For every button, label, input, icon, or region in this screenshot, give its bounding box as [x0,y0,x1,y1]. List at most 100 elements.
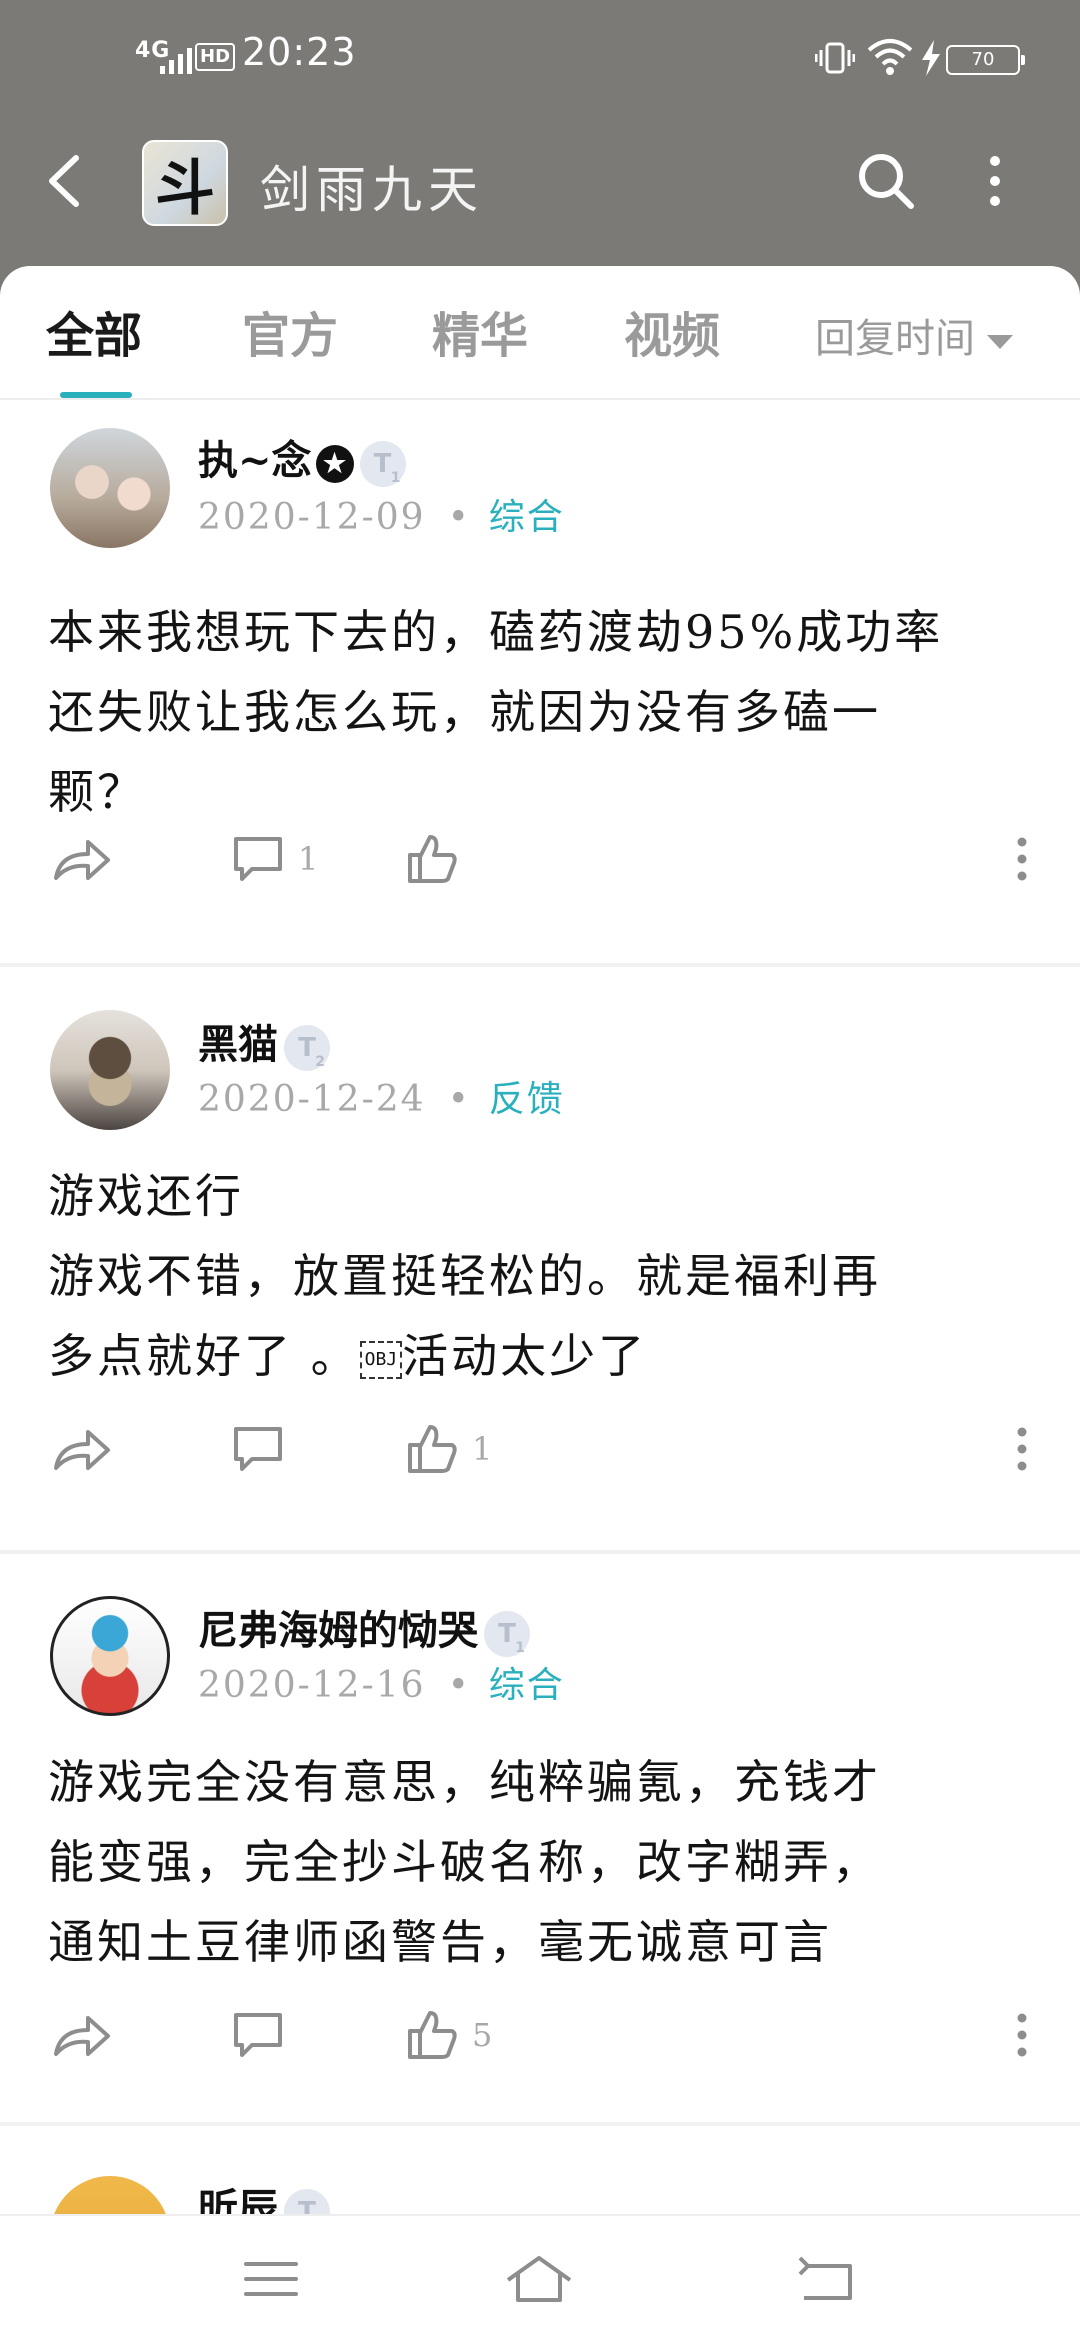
meta-dot: • [447,1079,471,1120]
content-line: 游戏还行 [48,1169,244,1223]
sort-dropdown[interactable]: 回复时间 [815,306,1013,364]
comment-count: 1 [298,840,319,878]
back-icon[interactable] [790,2244,860,2314]
post-meta: 2020-12-16 • 综合 [198,1656,565,1708]
battery-icon: 70 [946,45,1025,75]
username[interactable]: 执~念 [198,437,312,484]
share-icon [54,840,110,880]
comment-button[interactable] [232,1414,298,1484]
content-line: 还失败让我怎么玩，就因为没有多磕一 [48,685,881,739]
like-count: 1 [472,1430,493,1468]
post-category[interactable]: 综合 [489,1665,565,1706]
like-button[interactable]: 5 [406,2000,492,2070]
post-card[interactable]: 尼弗海姆的恸哭 T 1 2020-12-16 • 综合 游戏完全没有意思，纯粹骗氪，充钱… [0,1566,1080,2126]
tab-indicator [60,392,132,398]
vibrate-icon [815,42,855,74]
post-meta: 2020-12-24 • 反馈 [198,1070,565,1122]
tab-official[interactable]: 官方 [242,296,338,366]
post-content[interactable]: 游戏完全没有意思，纯粹骗氪，充钱才 能变强，完全抄斗破名称，改字糊弄， 通知土豆… [48,1742,1038,1982]
post-date: 2020-12-09 [198,497,426,538]
share-button[interactable] [52,824,112,894]
more-options-icon[interactable] [1012,1424,1032,1474]
level-badge: T1 [484,1611,530,1657]
level-badge: T1 [359,441,406,487]
tab-featured[interactable]: 精华 [432,296,528,366]
back-arrow-icon[interactable] [42,150,86,212]
home-icon[interactable] [504,2244,574,2314]
meta-dot: • [447,497,471,538]
post-divider [0,963,1080,967]
post-card[interactable]: 执~念 ★ T 1 2020-12-09 • 综合 本来我想玩下去的，磕药渡劫95%成功率… [0,400,1080,916]
post-divider [0,2122,1080,2126]
username[interactable]: 黑猫 [198,1021,278,1068]
chevron-down-icon [987,335,1013,349]
comment-button[interactable] [232,2000,298,2070]
share-button[interactable] [52,1414,112,1484]
system-nav-bar [0,2214,1080,2340]
content-line: 游戏不错，放置挺轻松的。就是福利再 [48,1249,881,1303]
tab-video[interactable]: 视频 [624,296,720,366]
content-line: 颗？ [48,765,146,819]
meta-dot: • [447,1665,471,1706]
search-icon[interactable] [855,150,917,212]
content-line: 能变强，完全抄斗破名称，改字糊弄， [48,1835,881,1889]
username-row: 黑猫 T 2 [198,1012,330,1071]
post-actions: 1 [0,1414,1080,1484]
share-button[interactable] [52,2000,112,2070]
star-badge-icon: ★ [315,445,354,483]
post-category[interactable]: 反馈 [489,1079,565,1120]
more-options-icon[interactable] [1012,834,1032,884]
thumbs-up-icon [408,1425,457,1473]
content-line: 本来我想玩下去的，磕药渡劫95%成功率 [48,605,944,659]
more-vertical-icon[interactable] [985,155,1005,207]
more-options-icon[interactable] [1012,2010,1032,2060]
tab-bar: 全部 官方 精华 视频 回复时间 [0,266,1080,400]
thumbs-up-icon [408,2011,457,2059]
object-placeholder: OBJ [359,1341,403,1379]
hd-badge: HD [195,43,236,71]
post-content[interactable]: 游戏还行 游戏不错，放置挺轻松的。就是福利再 多点就好了 。 OBJ 活动太少了 [48,1156,1038,1396]
content-line: 多点就好了 。 OBJ 活动太少了 [48,1329,648,1383]
status-time: 20:23 [242,30,357,74]
like-count: 5 [472,2016,493,2054]
comment-icon [234,2013,282,2057]
username-row: 执~念 ★ T 1 [198,428,406,487]
sort-label: 回复时间 [815,316,975,362]
post-actions: 5 [0,2000,1080,2070]
like-button[interactable] [406,824,472,894]
tab-all[interactable]: 全部 [46,296,142,366]
menu-icon[interactable] [236,2244,306,2314]
signal-icon [160,44,192,74]
game-logo-char: 斗 [155,153,215,224]
post-actions: 1 [0,824,1080,894]
like-button[interactable]: 1 [406,1414,492,1484]
post-date: 2020-12-16 [198,1665,426,1706]
level-badge: T2 [284,1025,330,1071]
content-line: 通知土豆律师函警告，毫无诚意可言 [48,1915,832,1969]
post-date: 2020-12-24 [198,1079,426,1120]
post-meta: 2020-12-09 • 综合 [198,488,565,540]
content-panel: 全部 官方 精华 视频 回复时间 执~念 ★ T 1 2020-12-09 • 综合 本来… [0,266,1080,2340]
username[interactable]: 尼弗海姆的恸哭 [198,1607,478,1654]
top-bar: 4G HD 20:23 70 斗 剑雨九天 [0,0,1080,300]
share-icon [54,1430,110,1470]
avatar[interactable] [50,1596,170,1716]
post-divider [0,1550,1080,1554]
username-row: 尼弗海姆的恸哭 T 1 [198,1598,530,1657]
post-content[interactable]: 本来我想玩下去的，磕药渡劫95%成功率 还失败让我怎么玩，就因为没有多磕一 颗？ [48,592,1038,832]
avatar[interactable] [50,428,170,548]
comment-icon [234,1427,282,1471]
comment-icon [234,837,282,881]
game-logo[interactable]: 斗 [142,140,228,226]
post-card[interactable]: 黑猫 T 2 2020-12-24 • 反馈 游戏还行 游戏不错，放置挺轻松的。就是福利… [0,980,1080,1540]
post-category[interactable]: 综合 [489,497,565,538]
avatar[interactable] [50,1010,170,1130]
wifi-icon [867,39,913,75]
share-icon [54,2016,110,2056]
thumbs-up-icon [408,835,457,883]
comment-button[interactable]: 1 [232,824,318,894]
status-bar: 4G HD 20:23 70 [0,0,1080,120]
page-title: 剑雨九天 [260,161,484,219]
content-line: 游戏完全没有意思，纯粹骗氪，充钱才 [48,1755,881,1809]
charging-icon [922,40,940,76]
